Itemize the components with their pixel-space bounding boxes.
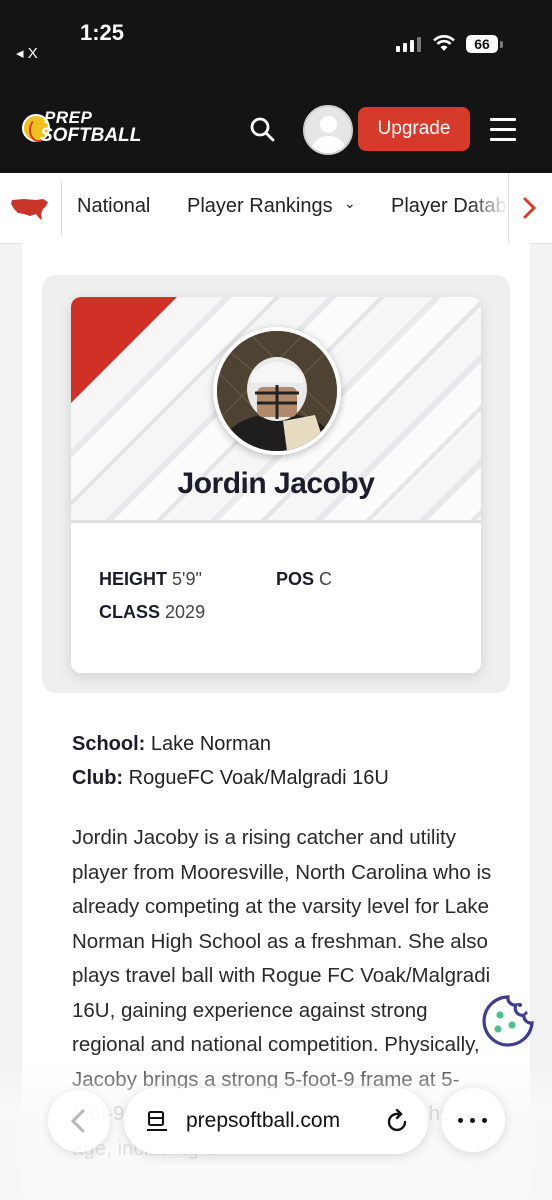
browser-back-button[interactable] <box>48 1090 110 1152</box>
chevron-left-icon <box>70 1109 85 1133</box>
status-time: 1:25 <box>80 20 125 45</box>
stat-height: HEIGHT 5'9" <box>99 569 202 590</box>
nav-scroll-right-button[interactable] <box>508 173 552 243</box>
reload-icon[interactable] <box>386 1108 410 1134</box>
chevron-right-icon <box>523 197 537 219</box>
club-label: Club: <box>72 767 124 789</box>
class-label: CLASS <box>99 602 161 622</box>
club-line: Club: RogueFC Voak/Malgradi 16U <box>72 767 389 790</box>
nav-fade <box>470 173 508 243</box>
player-photo-image <box>217 331 337 451</box>
back-to-app-link[interactable]: ◂ X <box>16 44 38 62</box>
chevron-down-icon[interactable]: ⌄ <box>344 195 356 212</box>
profile-container: Jordin Jacoby HEIGHT 5'9" POS C CLASS 20… <box>42 275 510 693</box>
height-label: HEIGHT <box>99 569 168 589</box>
nav-item-player-rankings[interactable]: Player Rankings <box>187 195 333 218</box>
search-icon[interactable] <box>248 115 276 143</box>
wifi-icon <box>433 35 455 51</box>
category-nav: National Player Rankings ⌄ Player Datab <box>0 173 552 244</box>
page-menu-icon[interactable] <box>146 1110 168 1132</box>
nav-item-national[interactable]: National <box>77 195 150 218</box>
player-name: Jordin Jacoby <box>177 467 375 500</box>
url-text: prepsoftball.com <box>186 1109 341 1132</box>
pos-label: POS <box>276 569 315 589</box>
account-avatar-button[interactable] <box>303 105 353 155</box>
stat-position: POS C <box>276 569 332 590</box>
prep-softball-logo[interactable]: PREP SOFTBALL <box>22 108 144 148</box>
battery-indicator: 66 <box>466 35 498 53</box>
stat-class: CLASS 2029 <box>99 602 205 623</box>
main-content: Jordin Jacoby HEIGHT 5'9" POS C CLASS 20… <box>22 243 530 1200</box>
school-value: Lake Norman <box>150 733 271 755</box>
school-label: School: <box>72 733 146 755</box>
player-card-header: Jordin Jacoby <box>71 297 481 523</box>
avatar-body <box>312 136 345 153</box>
pos-value: C <box>319 569 333 589</box>
avatar-head <box>320 116 337 133</box>
club-value: RogueFC Voak/Malgradi 16U <box>128 767 389 789</box>
player-photo <box>213 327 341 455</box>
battery-tip <box>500 41 503 48</box>
upgrade-button[interactable]: Upgrade <box>358 107 470 151</box>
class-value: 2029 <box>165 602 206 622</box>
site-header: PREP SOFTBALL Upgrade <box>0 80 552 173</box>
status-bar: ◂ X 1:25 66 <box>0 0 552 80</box>
height-value: 5'9" <box>172 569 202 589</box>
cellular-signal-icon <box>396 36 421 52</box>
card-divider <box>71 520 481 523</box>
more-options-button[interactable] <box>441 1088 505 1152</box>
logo-text-softball: SOFTBALL <box>40 125 142 146</box>
school-line: School: Lake Norman <box>72 733 271 756</box>
red-corner-accent <box>71 297 177 403</box>
address-bar[interactable]: prepsoftball.com <box>124 1088 428 1154</box>
player-card: Jordin Jacoby HEIGHT 5'9" POS C CLASS 20… <box>71 297 481 673</box>
nav-separator <box>61 181 62 236</box>
cookie-icon[interactable] <box>480 993 536 1049</box>
usa-map-icon[interactable] <box>10 196 50 222</box>
hamburger-menu-icon[interactable] <box>490 118 516 148</box>
